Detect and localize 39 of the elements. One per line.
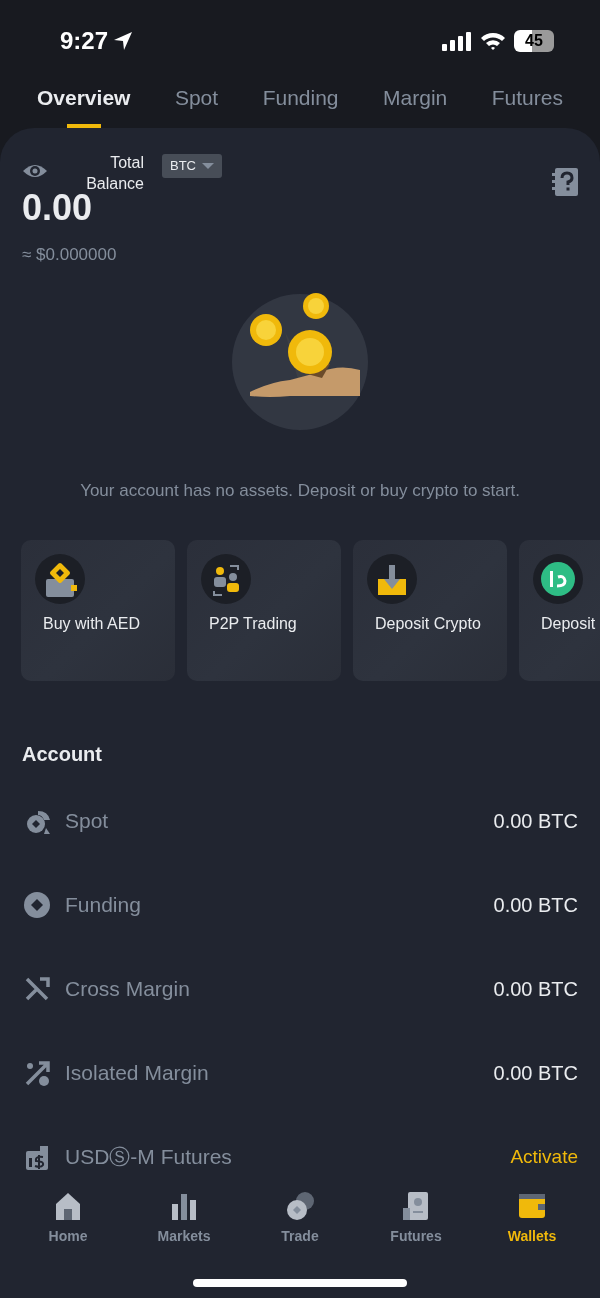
activate-link[interactable]: Activate [510,1142,578,1172]
action-card[interactable]: Deposit [519,540,600,681]
account-name: Isolated Margin [65,1060,210,1087]
tab[interactable]: Futures [474,74,580,128]
tab[interactable]: Margin [366,74,465,128]
account-name: Funding [65,892,142,919]
funding-icon [24,891,51,919]
cross-arrows-icon [24,975,51,1003]
nav-tab[interactable]: Trade [250,1190,350,1254]
account-balance: 0.00 BTC [493,977,578,1002]
tab[interactable]: Funding [245,74,356,128]
help-icon[interactable] [552,168,578,196]
signal-icon [442,31,472,51]
currency-dropdown[interactable]: BTC [162,154,222,178]
account-name: Cross Margin [65,976,191,1003]
account-balance: 0.00 BTC [493,1061,578,1086]
action-card[interactable]: P2P Trading [187,540,341,681]
location-icon [112,30,135,52]
nav-tab[interactable]: Wallets [482,1190,582,1254]
status-time: 9:27 [60,26,109,56]
nav-tab[interactable]: Home [18,1190,118,1254]
caret-icon [202,161,214,170]
account-balance: 0.00 BTC [493,893,578,918]
account-name: USDⓈ-M Futures [65,1144,233,1171]
fiat-value: ≈ $0.000000 [22,244,118,266]
dollar-note-icon [24,1143,51,1171]
tab[interactable]: Spot [157,74,236,128]
account-balance: 0.00 BTC [493,809,578,834]
account-name: Spot [65,808,110,835]
tab[interactable]: Overview [20,74,148,128]
action-card[interactable]: Buy with AED [21,540,175,681]
wifi-icon [480,31,506,51]
empty-message: Your account has no assets. Deposit or buy crypto to start. [79,479,521,502]
percent-arrow-icon [24,1059,51,1087]
section-title: Account [22,742,103,767]
nav-tab[interactable]: Futures [366,1190,466,1254]
coins-icon [284,1190,316,1222]
nav-tab[interactable]: Markets [134,1190,234,1254]
action-card[interactable]: Deposit Crypto [353,540,507,681]
